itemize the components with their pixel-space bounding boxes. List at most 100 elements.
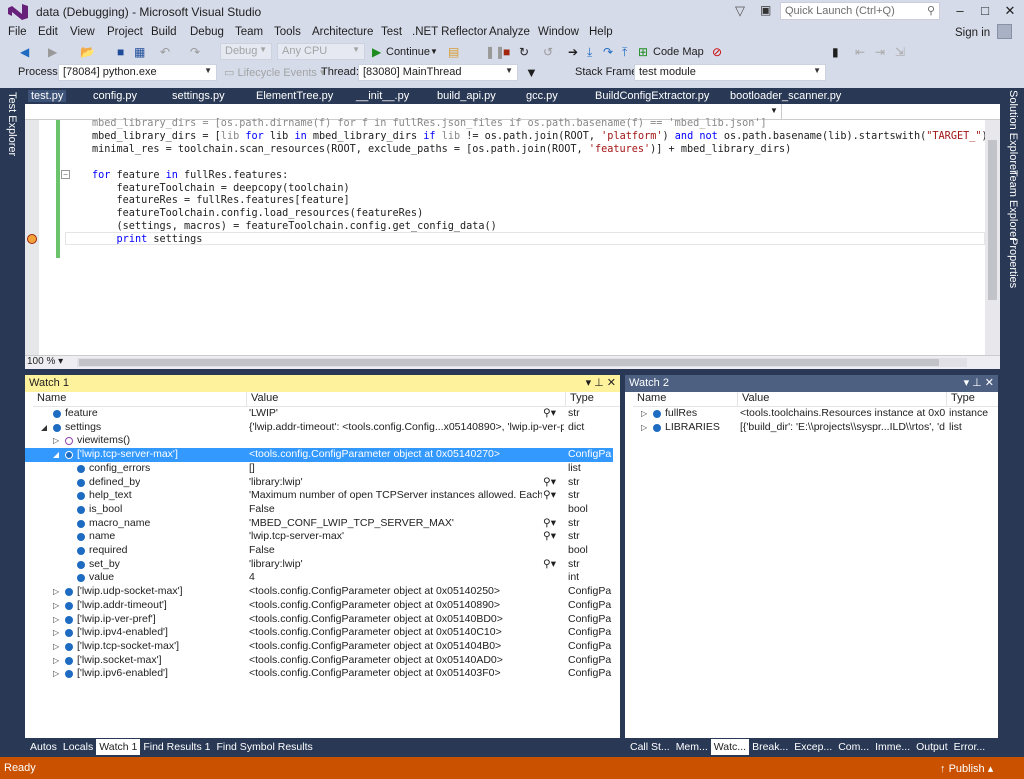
collapsed-arrow-icon[interactable]: ▷ <box>53 436 59 445</box>
apply-code-changes-icon[interactable]: ↺ <box>543 45 553 59</box>
stack-frame-dropdown[interactable]: test module ▼ <box>634 64 826 81</box>
panel-menu-pin-close-icon[interactable]: ▾ ⊥ ✕ <box>964 376 994 389</box>
feedback-filter-icon[interactable]: ▽ <box>735 3 745 19</box>
stop-debugging-icon[interactable]: ■ <box>503 45 510 59</box>
tab-bootloader-scanner-py[interactable]: bootloader_scanner.py <box>730 90 841 102</box>
indicator-margin[interactable] <box>25 120 39 356</box>
watch-row[interactable]: feature 'LWIP' ⚲▾ str <box>25 407 613 421</box>
step-into-icon[interactable]: ⤓ <box>587 45 592 59</box>
watch-row[interactable]: ▷ ['lwip.ipv6-enabled'] <tools.config.Conf… <box>25 667 613 681</box>
lifecycle-events-dropdown[interactable]: ▭ Lifecycle Events ▾ <box>224 66 326 79</box>
tab-com[interactable]: Com... <box>835 739 872 755</box>
watch-row[interactable]: ▷ ['lwip.ipv4-enabled'] <tools.config.Conf… <box>25 626 613 640</box>
menu-team[interactable]: Team <box>235 26 263 38</box>
continue-button[interactable]: Continue <box>386 45 430 59</box>
watch-row[interactable]: macro_name 'MBED_CONF_LWIP_TCP_SERVER_MAX… <box>25 517 613 531</box>
expanded-arrow-icon[interactable]: ◢ <box>41 423 47 432</box>
code-map-icon[interactable]: ⊞ <box>638 45 648 59</box>
watch-row[interactable]: set_by 'library:lwip' ⚲▾ str <box>25 558 613 572</box>
zoom-dropdown[interactable]: 100 % ▾ <box>27 356 63 367</box>
column-header-type[interactable]: Type <box>565 392 620 407</box>
collapse-icon[interactable]: − <box>61 170 70 179</box>
menu-debug[interactable]: Debug <box>190 26 224 38</box>
column-header-name[interactable]: Name <box>33 392 246 407</box>
watch-row[interactable]: ◢ ['lwip.tcp-server-max'] <tools.config.Co… <box>25 448 613 462</box>
step-out-icon[interactable]: ⤒ <box>622 45 627 59</box>
tab-break[interactable]: Break... <box>749 739 791 755</box>
maximize-button[interactable]: □ <box>975 3 995 18</box>
watch-row[interactable]: value 4 int <box>25 571 613 585</box>
tab-error[interactable]: Error... <box>951 739 989 755</box>
bookmark-icon[interactable]: ▮ <box>832 45 839 59</box>
column-header-value[interactable]: Value <box>737 392 946 407</box>
navigate-back-icon[interactable]: ◀ <box>20 45 29 59</box>
watch-row[interactable]: help_text 'Maximum number of open TCPServ… <box>25 489 613 503</box>
column-header-type[interactable]: Type <box>946 392 998 407</box>
thread-dropdown[interactable]: [83080] MainThread ▼ <box>358 64 518 81</box>
watch-row[interactable]: ▷ ['lwip.ip-ver-pref'] <tools.config.Confi… <box>25 613 613 627</box>
text-visualizer-icon[interactable]: ⚲▾ <box>543 489 556 501</box>
continue-icon[interactable]: ▶ <box>372 45 381 59</box>
menu-test[interactable]: Test <box>381 26 402 38</box>
watch-row[interactable]: ▷ ['lwip.udp-socket-max'] <tools.config.Co… <box>25 585 613 599</box>
navigate-forward-icon[interactable]: ▶ <box>48 45 57 59</box>
tab-mem[interactable]: Mem... <box>673 739 711 755</box>
breakpoints-icon[interactable]: ⊘ <box>712 45 722 59</box>
expanded-arrow-icon[interactable]: ◢ <box>53 450 59 459</box>
code-editor[interactable]: ▼ − mbed_library_dirs = [os.path.dirname… <box>25 104 1000 369</box>
clear-bookmarks-icon[interactable]: ⇲ <box>895 45 905 59</box>
save-all-icon[interactable]: ▦ <box>134 45 145 59</box>
watch-row[interactable]: is_bool False bool <box>25 503 613 517</box>
tab-elementtree-py[interactable]: ElementTree.py <box>256 90 333 102</box>
watch-row[interactable]: ▷ viewitems() <box>25 434 613 448</box>
collapsed-arrow-icon[interactable]: ▷ <box>53 669 59 678</box>
next-bookmark-icon[interactable]: ⇥ <box>875 45 885 59</box>
tab-watch1[interactable]: Watch 1 <box>96 739 141 755</box>
menu-help[interactable]: Help <box>589 26 613 38</box>
watch-row[interactable]: defined_by 'library:lwip' ⚲▾ str <box>25 476 613 490</box>
tab-callst[interactable]: Call St... <box>627 739 673 755</box>
save-icon[interactable]: ■ <box>117 45 124 59</box>
close-button[interactable]: ✕ <box>1000 3 1020 19</box>
tab-gcc-py[interactable]: gcc.py <box>526 90 558 102</box>
menu-analyze[interactable]: Analyze <box>489 26 530 38</box>
menu-netreflector[interactable]: .NET Reflector <box>412 26 487 38</box>
tab-config-py[interactable]: config.py <box>93 90 137 102</box>
column-header-value[interactable]: Value <box>246 392 565 407</box>
collapsed-arrow-icon[interactable]: ▷ <box>53 628 59 637</box>
collapsed-arrow-icon[interactable]: ▷ <box>641 423 647 432</box>
code-map-button[interactable]: Code Map <box>653 45 704 59</box>
prev-bookmark-icon[interactable]: ⇤ <box>855 45 865 59</box>
minimize-button[interactable]: – <box>950 3 970 18</box>
menu-tools[interactable]: Tools <box>274 26 301 38</box>
thread-filter-icon[interactable]: ▼ <box>525 65 538 80</box>
open-file-icon[interactable]: 📂 <box>80 45 95 59</box>
tab---init---py[interactable]: __init__.py <box>356 90 409 102</box>
watch-row[interactable]: required False bool <box>25 544 613 558</box>
text-visualizer-icon[interactable]: ⚲▾ <box>543 407 556 419</box>
solution-configuration-dropdown[interactable]: Debug ▼ <box>220 43 272 60</box>
show-next-statement-icon[interactable]: ➔ <box>568 45 578 59</box>
code-text[interactable]: mbed_library_dirs = [os.path.dirname(f) … <box>92 118 994 247</box>
menu-file[interactable]: File <box>8 26 27 38</box>
solution-explorer-tab[interactable]: Solution Explorer <box>1007 90 1019 174</box>
tab-output[interactable]: Output <box>913 739 951 755</box>
watch-row[interactable]: name 'lwip.tcp-server-max' ⚲▾ str <box>25 530 613 544</box>
text-visualizer-icon[interactable]: ⚲▾ <box>543 476 556 488</box>
horizontal-scrollbar[interactable] <box>77 358 967 367</box>
undo-icon[interactable]: ↶ <box>160 45 170 59</box>
collapsed-arrow-icon[interactable]: ▷ <box>53 656 59 665</box>
tab-locals[interactable]: Locals <box>60 739 96 755</box>
panel-menu-pin-close-icon[interactable]: ▾ ⊥ ✕ <box>586 376 616 389</box>
watch-row[interactable]: ◢ settings {'lwip.addr-timeout': <tools.co… <box>25 421 613 435</box>
tab-build-api-py[interactable]: build_api.py <box>437 90 496 102</box>
vertical-scrollbar[interactable] <box>985 120 1000 356</box>
continue-dropdown-icon[interactable]: ▼ <box>430 45 438 59</box>
notifications-icon[interactable]: ▣ <box>760 3 771 17</box>
tab-excep[interactable]: Excep... <box>791 739 835 755</box>
menu-architecture[interactable]: Architecture <box>312 26 373 38</box>
tab-watc[interactable]: Watc... <box>710 739 750 755</box>
collapsed-arrow-icon[interactable]: ▷ <box>53 587 59 596</box>
tab-findsymbolresults[interactable]: Find Symbol Results <box>213 739 315 755</box>
menu-edit[interactable]: Edit <box>38 26 58 38</box>
